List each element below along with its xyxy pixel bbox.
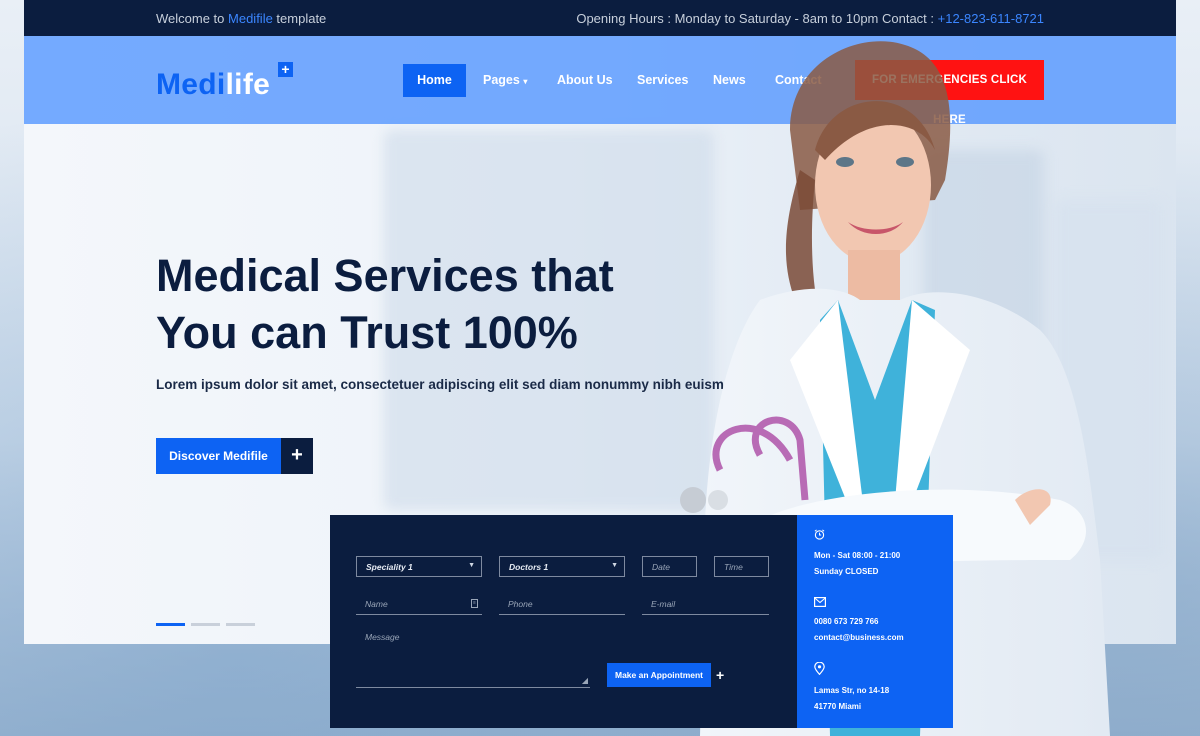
time-input[interactable]: Time: [714, 556, 769, 577]
name-field[interactable]: Name ≡: [356, 595, 482, 615]
hero-title-line-2: You can Trust 100%: [156, 307, 578, 358]
discover-button[interactable]: Discover Medifile: [156, 438, 281, 474]
nav-about[interactable]: About Us: [557, 64, 613, 97]
slider-dot-2[interactable]: [191, 623, 220, 626]
slider-dot-3[interactable]: [226, 623, 255, 626]
contact-phone-link[interactable]: +12-823-611-8721: [938, 11, 1044, 26]
nav-pages-label: Pages: [483, 73, 520, 87]
hours-label: Opening Hours : Monday to Saturday - 8am…: [576, 11, 938, 26]
top-info-bar: Welcome to Medifile template Opening Hou…: [24, 0, 1176, 36]
appointment-form: Speciality 1 ▼ Doctors 1 ▼ Date Time Nam…: [330, 515, 797, 728]
contact-card-icon: ≡: [471, 599, 478, 608]
opening-hours-text: Opening Hours : Monday to Saturday - 8am…: [576, 11, 1044, 26]
welcome-suffix: template: [272, 11, 327, 26]
info-phone: 0080 673 729 766: [814, 617, 879, 626]
welcome-prefix: Welcome to: [156, 11, 229, 26]
date-input[interactable]: Date: [642, 556, 697, 577]
address-line-1: Lamas Str, no 14-18: [814, 686, 890, 695]
emergency-button[interactable]: FOR EMERGENCIES CLICK HERE: [855, 60, 1044, 126]
logo-part-2: life: [225, 68, 271, 101]
hero-title: Medical Services that You can Trust 100%: [156, 247, 614, 361]
nav-services[interactable]: Services: [637, 64, 688, 97]
hero-title-line-1: Medical Services that: [156, 250, 614, 301]
background-shape: [924, 150, 1044, 570]
name-placeholder: Name: [365, 599, 388, 609]
nav-news[interactable]: News: [713, 64, 746, 97]
speciality-value: Speciality 1: [366, 562, 413, 572]
envelope-icon: [814, 597, 826, 607]
welcome-text: Welcome to Medifile template: [156, 11, 326, 26]
main-navbar: Medilife + Home Pages ▾ About Us Service…: [24, 36, 1176, 126]
location-pin-icon: [814, 662, 825, 675]
message-placeholder: Message: [365, 632, 400, 642]
info-email[interactable]: contact@business.com: [814, 633, 904, 642]
background-shape: [1054, 200, 1164, 560]
doctor-value: Doctors 1: [509, 562, 549, 572]
chevron-down-icon: ▾: [523, 77, 528, 86]
nav-home[interactable]: Home: [403, 64, 466, 97]
email-field[interactable]: E-mail: [642, 595, 769, 615]
message-textarea[interactable]: Message ◢: [356, 628, 590, 688]
contact-info-panel: Mon - Sat 08:00 - 21:00 Sunday CLOSED 00…: [797, 515, 953, 728]
chevron-down-icon: ▼: [468, 562, 475, 569]
appointment-plus-icon[interactable]: +: [716, 667, 724, 683]
doctor-select[interactable]: Doctors 1 ▼: [499, 556, 625, 577]
chevron-down-icon: ▼: [611, 562, 618, 569]
nav-contact[interactable]: Contact: [775, 64, 822, 97]
hours-sunday: Sunday CLOSED: [814, 567, 879, 576]
make-appointment-button[interactable]: Make an Appointment: [607, 663, 711, 687]
speciality-select[interactable]: Speciality 1 ▼: [356, 556, 482, 577]
nav-pages[interactable]: Pages ▾: [483, 64, 527, 97]
address-line-2: 41770 Miami: [814, 702, 862, 711]
logo-part-1: Medi: [156, 68, 226, 101]
hero-subtitle: Lorem ipsum dolor sit amet, consectetuer…: [156, 377, 745, 392]
hours-weekday: Mon - Sat 08:00 - 21:00: [814, 551, 901, 560]
discover-plus-icon[interactable]: +: [281, 438, 313, 474]
resize-handle-icon[interactable]: ◢: [582, 676, 588, 685]
logo-plus-icon: +: [278, 62, 293, 77]
slider-dot-1[interactable]: [156, 623, 185, 626]
site-logo[interactable]: Medilife: [156, 68, 270, 102]
welcome-brand-link[interactable]: Medifile: [228, 11, 273, 26]
alarm-clock-icon: [814, 529, 825, 540]
phone-field[interactable]: Phone: [499, 595, 625, 615]
